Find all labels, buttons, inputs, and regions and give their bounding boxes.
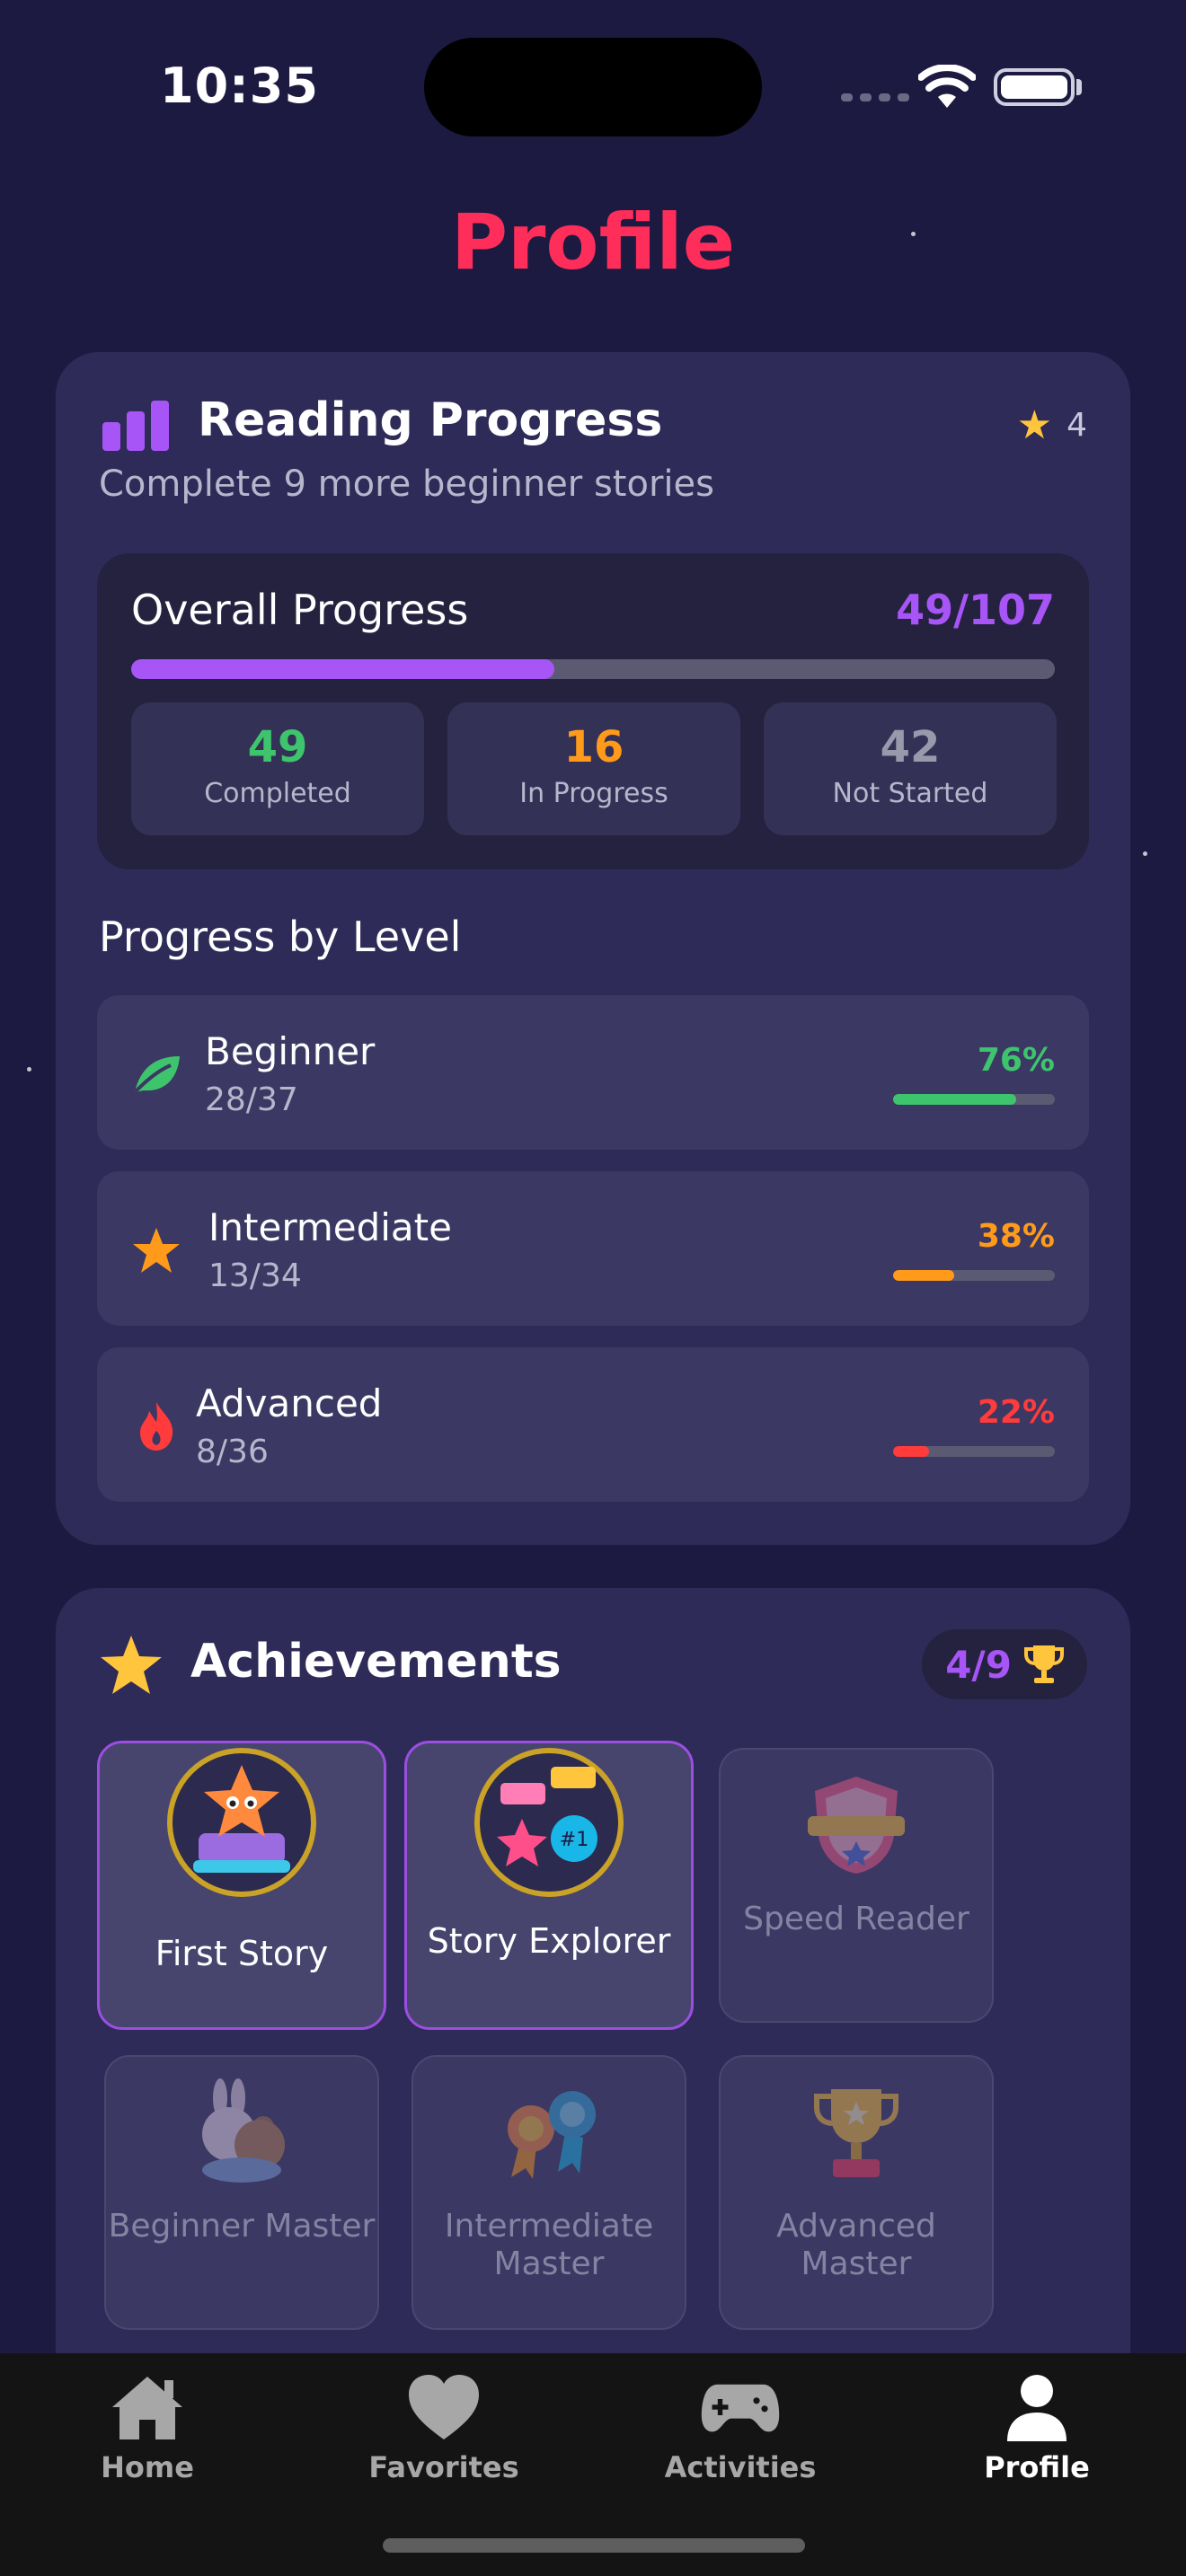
achievement-story-explorer[interactable]: #1 Story Explorer: [404, 1741, 694, 2030]
tab-label: Home: [101, 2450, 194, 2484]
tab-activities[interactable]: Activities: [633, 2371, 848, 2484]
achievement-label: Intermediate Master: [444, 2208, 654, 2282]
level-progress-bar: [893, 1094, 1055, 1105]
champion-shield-icon: [808, 1777, 905, 1874]
reading-progress-card: Reading Progress ★ 4 Complete 9 more beg…: [56, 352, 1130, 1545]
trophy-icon: [1024, 1645, 1064, 1683]
tab-label: Favorites: [368, 2450, 519, 2484]
stat-not-started-label: Not Started: [832, 778, 988, 809]
achievement-label: Advanced Master: [776, 2208, 936, 2282]
tab-label: Activities: [664, 2450, 817, 2484]
heart-icon: [409, 2375, 479, 2439]
battery-tip: [1076, 79, 1082, 95]
level-name: Advanced: [196, 1381, 383, 1425]
stat-in-progress-number: 16: [563, 722, 624, 772]
flame-icon: [129, 1399, 183, 1453]
level-percent: 22%: [977, 1394, 1055, 1431]
overall-progress-panel: Overall Progress 49/107 49 Completed 16 …: [97, 553, 1089, 869]
cellular-signal-icon: [841, 93, 909, 101]
stat-completed-label: Completed: [204, 778, 351, 809]
star-icon: [101, 1636, 162, 1694]
gamepad-icon: [701, 2384, 780, 2432]
level-progress-fill: [893, 1270, 955, 1281]
achievement-label: Beginner Master: [108, 2208, 376, 2245]
level-name: Intermediate: [208, 1205, 452, 1249]
star-icon: [129, 1223, 183, 1277]
svg-text:#1: #1: [560, 1829, 589, 1851]
stat-in-progress: 16 In Progress: [447, 702, 740, 835]
level-count: 13/34: [208, 1257, 302, 1294]
level-name: Beginner: [205, 1029, 376, 1073]
profile-screen: 10:35 Profile Reading Progress ★ 4 Compl…: [0, 0, 1186, 2576]
level-percent: 76%: [977, 1042, 1055, 1079]
tab-home[interactable]: Home: [40, 2371, 255, 2484]
achievements-title: Achievements: [190, 1635, 562, 1689]
level-count: 8/36: [196, 1434, 269, 1470]
bunny-bear-icon: [202, 2078, 285, 2183]
overall-progress-value: 49/107: [896, 586, 1055, 634]
achievements-count-badge: 4/9: [922, 1629, 1087, 1699]
stars-earned-badge: ★ 4: [1017, 402, 1087, 448]
achievement-intermediate-master[interactable]: Intermediate Master: [412, 2055, 686, 2330]
level-progress-bar: [893, 1446, 1055, 1457]
star-cake-badge-icon: [167, 1748, 316, 1897]
tab-favorites[interactable]: Favorites: [336, 2371, 552, 2484]
level-count: 28/37: [205, 1081, 298, 1118]
overall-progress-bar: [131, 659, 1055, 679]
leaf-icon: [129, 1047, 183, 1101]
achievement-advanced-master[interactable]: Advanced Master: [719, 2055, 994, 2330]
home-icon: [112, 2377, 182, 2439]
stat-in-progress-label: In Progress: [519, 778, 668, 809]
tab-label: Profile: [984, 2450, 1090, 2484]
battery-icon: [994, 68, 1075, 106]
reading-progress-title: Reading Progress: [198, 393, 663, 447]
tab-profile[interactable]: Profile: [929, 2371, 1145, 2484]
dynamic-island: [424, 38, 762, 137]
achievement-label: Speed Reader: [743, 1901, 969, 1937]
achievement-label: First Story: [155, 1934, 329, 1973]
home-indicator[interactable]: [383, 2538, 805, 2553]
star-icon: ★: [1016, 402, 1053, 448]
achievement-speed-reader[interactable]: Speed Reader: [719, 1748, 994, 2023]
level-row-advanced[interactable]: Advanced 8/36 22%: [97, 1347, 1089, 1502]
person-icon: [1007, 2375, 1067, 2441]
stat-not-started-number: 42: [880, 722, 941, 772]
level-progress-bar: [893, 1270, 1055, 1281]
level-row-beginner[interactable]: Beginner 28/37 76%: [97, 995, 1089, 1150]
overall-progress-fill: [131, 659, 554, 679]
overall-progress-label: Overall Progress: [131, 586, 469, 634]
status-time: 10:35: [160, 57, 319, 114]
wifi-icon: [918, 65, 976, 108]
level-row-intermediate[interactable]: Intermediate 13/34 38%: [97, 1171, 1089, 1326]
stars-earned-count: 4: [1067, 407, 1087, 444]
level-progress-fill: [893, 1094, 1016, 1105]
level-progress-fill: [893, 1446, 929, 1457]
page-title: Profile: [450, 198, 736, 287]
ribbon-medals-icon: [508, 2091, 596, 2179]
stat-completed: 49 Completed: [131, 702, 424, 835]
progress-by-level-heading: Progress by Level: [99, 913, 462, 961]
achievements-count: 4/9: [945, 1642, 1012, 1687]
achievement-first-story[interactable]: First Story: [97, 1741, 386, 2030]
achievement-label: Story Explorer: [427, 1921, 671, 1961]
stat-not-started: 42 Not Started: [764, 702, 1057, 835]
achievement-beginner-master[interactable]: Beginner Master: [104, 2055, 379, 2330]
trophy-icon: [814, 2089, 898, 2177]
bar-chart-icon: [102, 401, 171, 451]
reading-progress-subtitle: Complete 9 more beginner stories: [99, 463, 714, 505]
medals-badge-icon: #1: [474, 1748, 624, 1897]
stat-completed-number: 49: [247, 722, 308, 772]
level-percent: 38%: [977, 1218, 1055, 1255]
